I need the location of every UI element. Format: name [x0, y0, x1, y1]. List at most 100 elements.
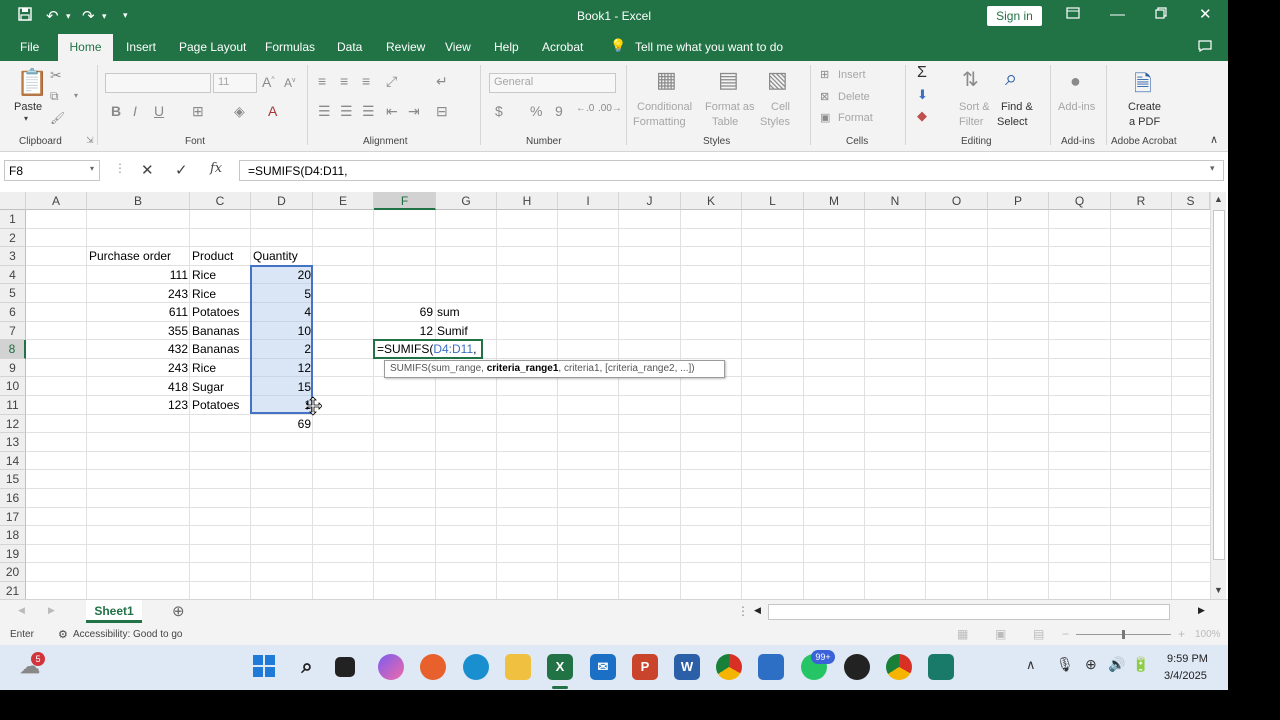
underline-button[interactable]: U: [154, 103, 164, 119]
cell-c6[interactable]: Potatoes: [192, 303, 239, 321]
firefox-icon[interactable]: [420, 654, 446, 680]
task-view-icon[interactable]: [335, 657, 355, 677]
increase-decimal-icon[interactable]: ←.0: [576, 103, 594, 114]
fill-icon[interactable]: ⬇: [917, 87, 928, 103]
delete-cells-icon[interactable]: ⊠: [820, 90, 829, 103]
decrease-indent-icon[interactable]: ⇤: [386, 103, 398, 120]
cell-b6[interactable]: 611: [88, 303, 188, 321]
row-header-12[interactable]: 12: [0, 414, 26, 434]
cell-c10[interactable]: Sugar: [192, 378, 224, 396]
paste-button[interactable]: Paste: [14, 101, 42, 113]
tab-home[interactable]: Home: [58, 34, 113, 61]
cut-icon[interactable]: ✂: [50, 67, 62, 84]
formula-input[interactable]: =SUMIFS(D4:D11,: [239, 160, 1224, 181]
vertical-scrollbar[interactable]: ▲ ▼: [1210, 192, 1226, 599]
maximize-icon[interactable]: [1155, 6, 1167, 23]
battery-icon[interactable]: 🔋: [1132, 656, 1149, 673]
mail-icon[interactable]: ✉: [590, 654, 616, 680]
find-select-icon[interactable]: ⌕: [1005, 65, 1017, 91]
confirm-entry-icon[interactable]: ✓: [175, 161, 188, 179]
row-header-4[interactable]: 4: [0, 265, 26, 285]
cell-d7[interactable]: 10: [252, 322, 311, 340]
page-break-view-icon[interactable]: ▤: [1033, 627, 1044, 641]
sort-filter-icon[interactable]: ⇅: [962, 67, 979, 92]
copilot-icon[interactable]: [378, 654, 404, 680]
italic-button[interactable]: I: [133, 103, 137, 119]
word-icon[interactable]: W: [674, 654, 700, 680]
align-middle-icon[interactable]: ≡: [340, 73, 348, 89]
cell-styles-button[interactable]: Cell: [771, 101, 790, 113]
font-name-combo[interactable]: [105, 73, 211, 93]
align-right-icon[interactable]: ☰: [362, 103, 375, 120]
tab-review[interactable]: Review: [386, 40, 425, 54]
tab-file[interactable]: File: [20, 40, 39, 54]
chrome-profile-icon[interactable]: [886, 654, 912, 680]
cell-f6[interactable]: 69: [375, 303, 433, 321]
row-header-19[interactable]: 19: [0, 544, 26, 564]
row-header-13[interactable]: 13: [0, 433, 26, 452]
row-header-21[interactable]: 21: [0, 582, 26, 599]
search-icon[interactable]: ⌕: [294, 654, 320, 680]
close-icon[interactable]: ✕: [1199, 5, 1212, 23]
select-all-corner[interactable]: [0, 192, 26, 210]
start-icon[interactable]: [251, 654, 277, 680]
row-header-9[interactable]: 9: [0, 358, 26, 378]
header-quantity[interactable]: Quantity: [253, 247, 298, 265]
borders-icon[interactable]: ⊞: [192, 103, 204, 120]
vertical-scroll-thumb[interactable]: [1213, 210, 1225, 560]
fill-color-icon[interactable]: ◈: [234, 103, 245, 120]
cell-c4[interactable]: Rice: [192, 266, 216, 284]
cell-g7[interactable]: Sumif: [437, 322, 468, 340]
cell-b4[interactable]: 111: [88, 266, 188, 284]
prev-sheet-icon[interactable]: ◀: [18, 605, 25, 616]
tab-acrobat[interactable]: Acrobat: [542, 40, 583, 54]
store-icon[interactable]: [758, 654, 784, 680]
copy-icon[interactable]: ⧉: [50, 89, 59, 104]
row-header-16[interactable]: 16: [0, 489, 26, 508]
column-header-p[interactable]: P: [988, 192, 1049, 210]
zoom-in-icon[interactable]: +: [1178, 627, 1185, 641]
column-header-i[interactable]: I: [558, 192, 619, 210]
column-header-b[interactable]: B: [87, 192, 190, 210]
ribbon-display-icon[interactable]: [1066, 6, 1080, 23]
name-box[interactable]: F8: [4, 160, 100, 181]
row-header-6[interactable]: 6: [0, 303, 26, 322]
recorder-icon[interactable]: [928, 654, 954, 680]
tab-split-icon[interactable]: ⋮: [737, 604, 749, 618]
align-left-icon[interactable]: ☰: [318, 103, 331, 120]
scroll-left-icon[interactable]: ◀: [754, 605, 761, 616]
insert-function-icon[interactable]: fx: [210, 161, 222, 176]
paste-dropdown-icon[interactable]: ▾: [24, 114, 28, 123]
page-layout-view-icon[interactable]: ▣: [995, 627, 1006, 641]
name-box-dropdown-icon[interactable]: ▾: [90, 164, 94, 173]
cell-c7[interactable]: Bananas: [192, 322, 239, 340]
cell-d8[interactable]: 2: [252, 340, 311, 358]
cancel-entry-icon[interactable]: ✕: [141, 161, 154, 179]
column-header-h[interactable]: H: [497, 192, 558, 210]
delete-cells-button[interactable]: Delete: [838, 91, 870, 103]
cell-b10[interactable]: 418: [88, 378, 188, 396]
paste-icon[interactable]: 📋: [16, 67, 48, 98]
chrome-icon[interactable]: [716, 654, 742, 680]
file-explorer-icon[interactable]: [505, 654, 531, 680]
wrap-text-icon[interactable]: ↵: [436, 73, 448, 90]
column-header-j[interactable]: J: [619, 192, 681, 210]
row-header-10[interactable]: 10: [0, 377, 26, 396]
function-tooltip[interactable]: SUMIFS(sum_range, criteria_range1, crite…: [384, 360, 725, 378]
create-pdf-icon[interactable]: 🗎: [1134, 67, 1152, 105]
header-product[interactable]: Product: [192, 247, 233, 265]
column-header-l[interactable]: L: [742, 192, 804, 210]
format-as-table-button[interactable]: Format as: [705, 101, 755, 113]
number-format-combo[interactable]: General: [489, 73, 616, 93]
sort-filter-button[interactable]: Sort &: [959, 101, 990, 113]
cell-d5[interactable]: 5: [252, 285, 311, 303]
copy-dropdown-icon[interactable]: ▾: [74, 91, 78, 100]
app-icon[interactable]: [844, 654, 870, 680]
cell-d6[interactable]: 4: [252, 303, 311, 321]
tell-me-search[interactable]: Tell me what you want to do: [635, 40, 783, 54]
sign-in-button[interactable]: Sign in: [987, 6, 1042, 26]
increase-font-icon[interactable]: A^: [262, 74, 275, 90]
cell-d10[interactable]: 15: [252, 378, 311, 396]
zoom-level[interactable]: 100%: [1195, 629, 1221, 640]
row-header-17[interactable]: 17: [0, 507, 26, 527]
